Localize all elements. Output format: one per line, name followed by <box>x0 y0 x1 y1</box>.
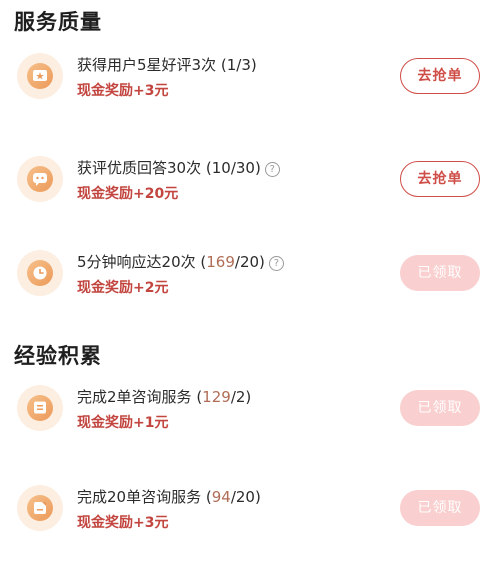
task-title: 5分钟响应达20次 (169/20)? <box>77 251 284 272</box>
task-title: 获得用户5星好评3次 (1/3) <box>77 56 257 74</box>
star-chat-icon <box>17 53 63 99</box>
task-item: 完成2单咨询服务 (129/2) 现金奖励+1元 已领取 <box>0 365 500 455</box>
task-title: 获评优质回答30次 (10/30)? <box>77 157 280 178</box>
help-icon[interactable]: ? <box>268 256 284 271</box>
task-title: 完成20单咨询服务 (94/20) <box>77 488 261 506</box>
task-item: 获得用户5星好评3次 (1/3) 现金奖励+3元 去抢单 <box>0 33 500 123</box>
grab-order-button[interactable]: 去抢单 <box>400 161 480 197</box>
task-title: 完成2单咨询服务 (129/2) <box>77 388 252 406</box>
claimed-button[interactable]: 已领取 <box>400 490 480 526</box>
consult-doc-icon <box>17 385 63 431</box>
clock-icon <box>17 250 63 296</box>
task-item: 获评优质回答30次 (10/30)? 现金奖励+20元 去抢单 <box>0 136 500 226</box>
reward-text: 现金奖励+3元 <box>77 83 169 99</box>
reward-text: 现金奖励+20元 <box>77 186 179 202</box>
task-item: 完成20单咨询服务 (94/20) 现金奖励+3元 已领取 <box>0 465 500 555</box>
claimed-button[interactable]: 已领取 <box>400 390 480 426</box>
consult-note-icon <box>17 485 63 531</box>
reward-text: 现金奖励+2元 <box>77 280 169 296</box>
help-icon[interactable]: ? <box>264 162 280 177</box>
claimed-button[interactable]: 已领取 <box>400 255 480 291</box>
chat-bubble-icon <box>17 156 63 202</box>
task-item: 5分钟响应达20次 (169/20)? 现金奖励+2元 已领取 <box>0 230 500 320</box>
reward-text: 现金奖励+1元 <box>77 415 169 431</box>
section-title-service-quality: 服务质量 <box>14 10 102 34</box>
reward-text: 现金奖励+3元 <box>77 515 169 531</box>
grab-order-button[interactable]: 去抢单 <box>400 58 480 94</box>
